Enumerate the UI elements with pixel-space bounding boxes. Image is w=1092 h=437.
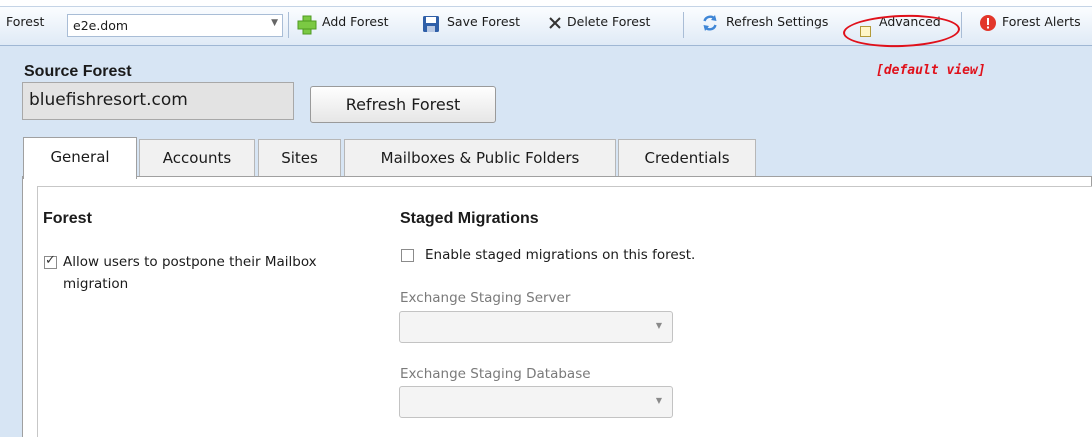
chevron-down-icon: ▼ — [655, 321, 662, 330]
postpone-checkbox[interactable] — [44, 253, 57, 269]
tab-mailboxes-public-folders[interactable]: Mailboxes & Public Folders — [344, 139, 616, 176]
source-forest-title: Source Forest — [24, 63, 132, 80]
forest-alerts-label: Forest Alerts — [1002, 14, 1081, 29]
add-forest-label: Add Forest — [322, 14, 389, 29]
default-view-annotation: [default view] — [876, 63, 986, 78]
postpone-label-line1: Allow users to postpone their Mailbox — [63, 254, 317, 270]
forest-alerts-button[interactable]: Forest Alerts — [979, 12, 1092, 38]
staged-migrations-title: Staged Migrations — [400, 210, 539, 227]
tab-general[interactable]: General — [23, 137, 137, 179]
refresh-forest-button[interactable]: Refresh Forest — [310, 86, 496, 123]
source-forest-value: bluefishresort.com — [29, 90, 188, 110]
staging-database-select[interactable]: ▼ — [399, 386, 673, 418]
chevron-down-icon: ▼ — [655, 396, 662, 405]
enable-staged-label: Enable staged migrations on this forest. — [425, 247, 696, 263]
save-icon — [423, 16, 439, 32]
delete-forest-button[interactable]: Delete Forest — [546, 12, 672, 38]
refresh-settings-button[interactable]: Refresh Settings — [701, 12, 841, 38]
save-forest-label: Save Forest — [447, 14, 521, 29]
staging-server-label: Exchange Staging Server — [400, 290, 571, 306]
delete-forest-label: Delete Forest — [567, 14, 651, 29]
source-forest-field: bluefishresort.com — [22, 82, 294, 120]
forest-select-value: e2e.dom — [73, 18, 129, 33]
close-icon — [549, 17, 561, 29]
forest-label: Forest — [6, 14, 45, 29]
toolbar-separator — [683, 12, 684, 38]
staging-database-label: Exchange Staging Database — [400, 366, 591, 382]
postpone-label-line2: migration — [63, 276, 129, 292]
toolbar-separator — [961, 12, 962, 38]
staging-server-select[interactable]: ▼ — [399, 311, 673, 343]
forest-section-title: Forest — [43, 210, 92, 227]
toolbar-separator — [288, 12, 289, 38]
tab-credentials[interactable]: Credentials — [618, 139, 756, 176]
chevron-down-icon: ▼ — [271, 18, 278, 28]
tab-accounts[interactable]: Accounts — [139, 139, 255, 176]
refresh-icon — [703, 15, 717, 31]
app-window: Forest e2e.dom ▼ Add Forest Save Forest … — [0, 0, 1092, 437]
add-icon — [297, 15, 317, 35]
refresh-settings-label: Refresh Settings — [726, 14, 829, 29]
alert-icon — [980, 15, 996, 31]
tab-sites[interactable]: Sites — [258, 139, 341, 176]
enable-staged-checkbox[interactable] — [401, 249, 414, 262]
add-forest-button[interactable]: Add Forest — [296, 12, 404, 38]
forest-select[interactable]: e2e.dom ▼ — [67, 14, 283, 37]
save-forest-button[interactable]: Save Forest — [421, 12, 533, 38]
